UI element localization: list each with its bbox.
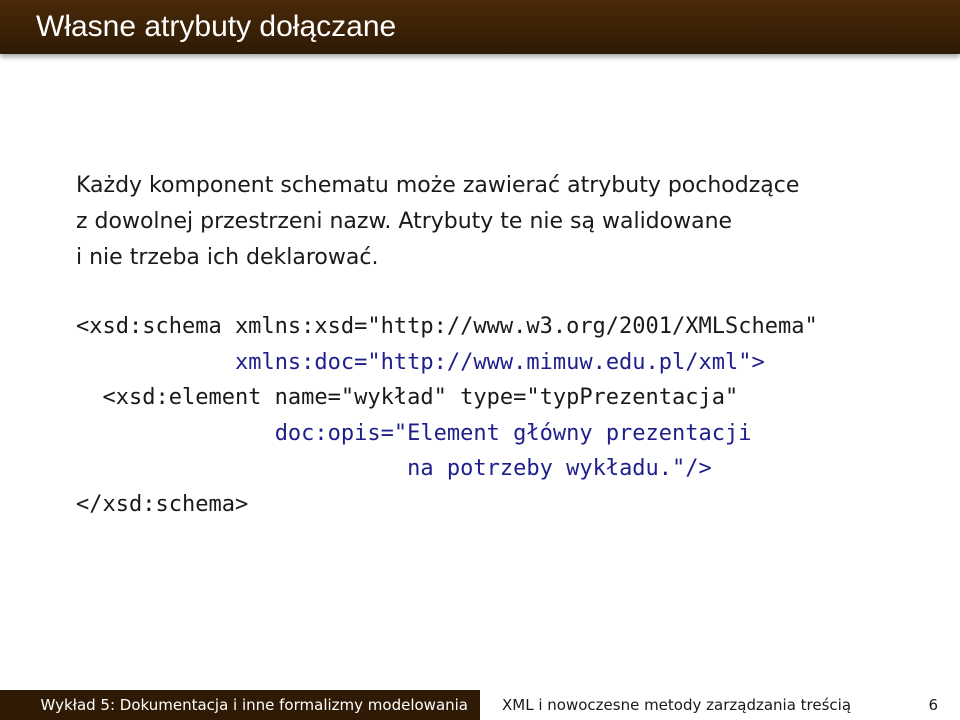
code-highlight-namespace: xmlns:doc="http://www.mimuw.edu.pl/xml"> xyxy=(234,349,765,375)
code-line-schema-open: <xsd:schema xmlns:xsd="http://www.w3.org… xyxy=(76,314,818,339)
slide-title: Własne atrybuty dołączane xyxy=(36,10,397,43)
footer: Wykład 5: Dokumentacja i inne formalizmy… xyxy=(0,690,960,720)
code-line-doc-attribute: doc:opis="Element główny prezentacji xyxy=(76,416,818,452)
code-highlight-attribute-cont: na potrzeby wykładu."/> xyxy=(407,456,712,482)
footer-lecture-title: Wykład 5: Dokumentacja i inne formalizmy… xyxy=(40,696,468,714)
intro-line: z dowolnej przestrzeni nazw. Atrybuty te… xyxy=(76,209,733,234)
intro-paragraph: Każdy komponent schematu może zawierać a… xyxy=(76,168,896,276)
footer-lecture-box: Wykład 5: Dokumentacja i inne formalizmy… xyxy=(0,690,480,720)
footer-course-box: XML i nowoczesne metody zarządzania treś… xyxy=(480,690,960,720)
code-highlight-attribute: doc:opis="Element główny prezentacji xyxy=(274,420,752,446)
code-line-doc-attribute-cont: na potrzeby wykładu."/> xyxy=(76,451,818,487)
footer-course-title: XML i nowoczesne metody zarządzania treś… xyxy=(502,696,852,714)
code-line-namespace: xmlns:doc="http://www.mimuw.edu.pl/xml"> xyxy=(76,345,818,381)
code-line-schema-close: </xsd:schema> xyxy=(76,491,249,517)
code-line-element: <xsd:element name="wykład" type="typPrez… xyxy=(76,385,739,411)
code-block: <xsd:schema xmlns:xsd="http://www.w3.org… xyxy=(76,309,818,523)
page-number: 6 xyxy=(928,696,938,714)
intro-line: Każdy komponent schematu może zawierać a… xyxy=(76,173,800,198)
intro-line: i nie trzeba ich deklarować. xyxy=(76,245,379,270)
title-bar: Własne atrybuty dołączane xyxy=(0,0,960,54)
